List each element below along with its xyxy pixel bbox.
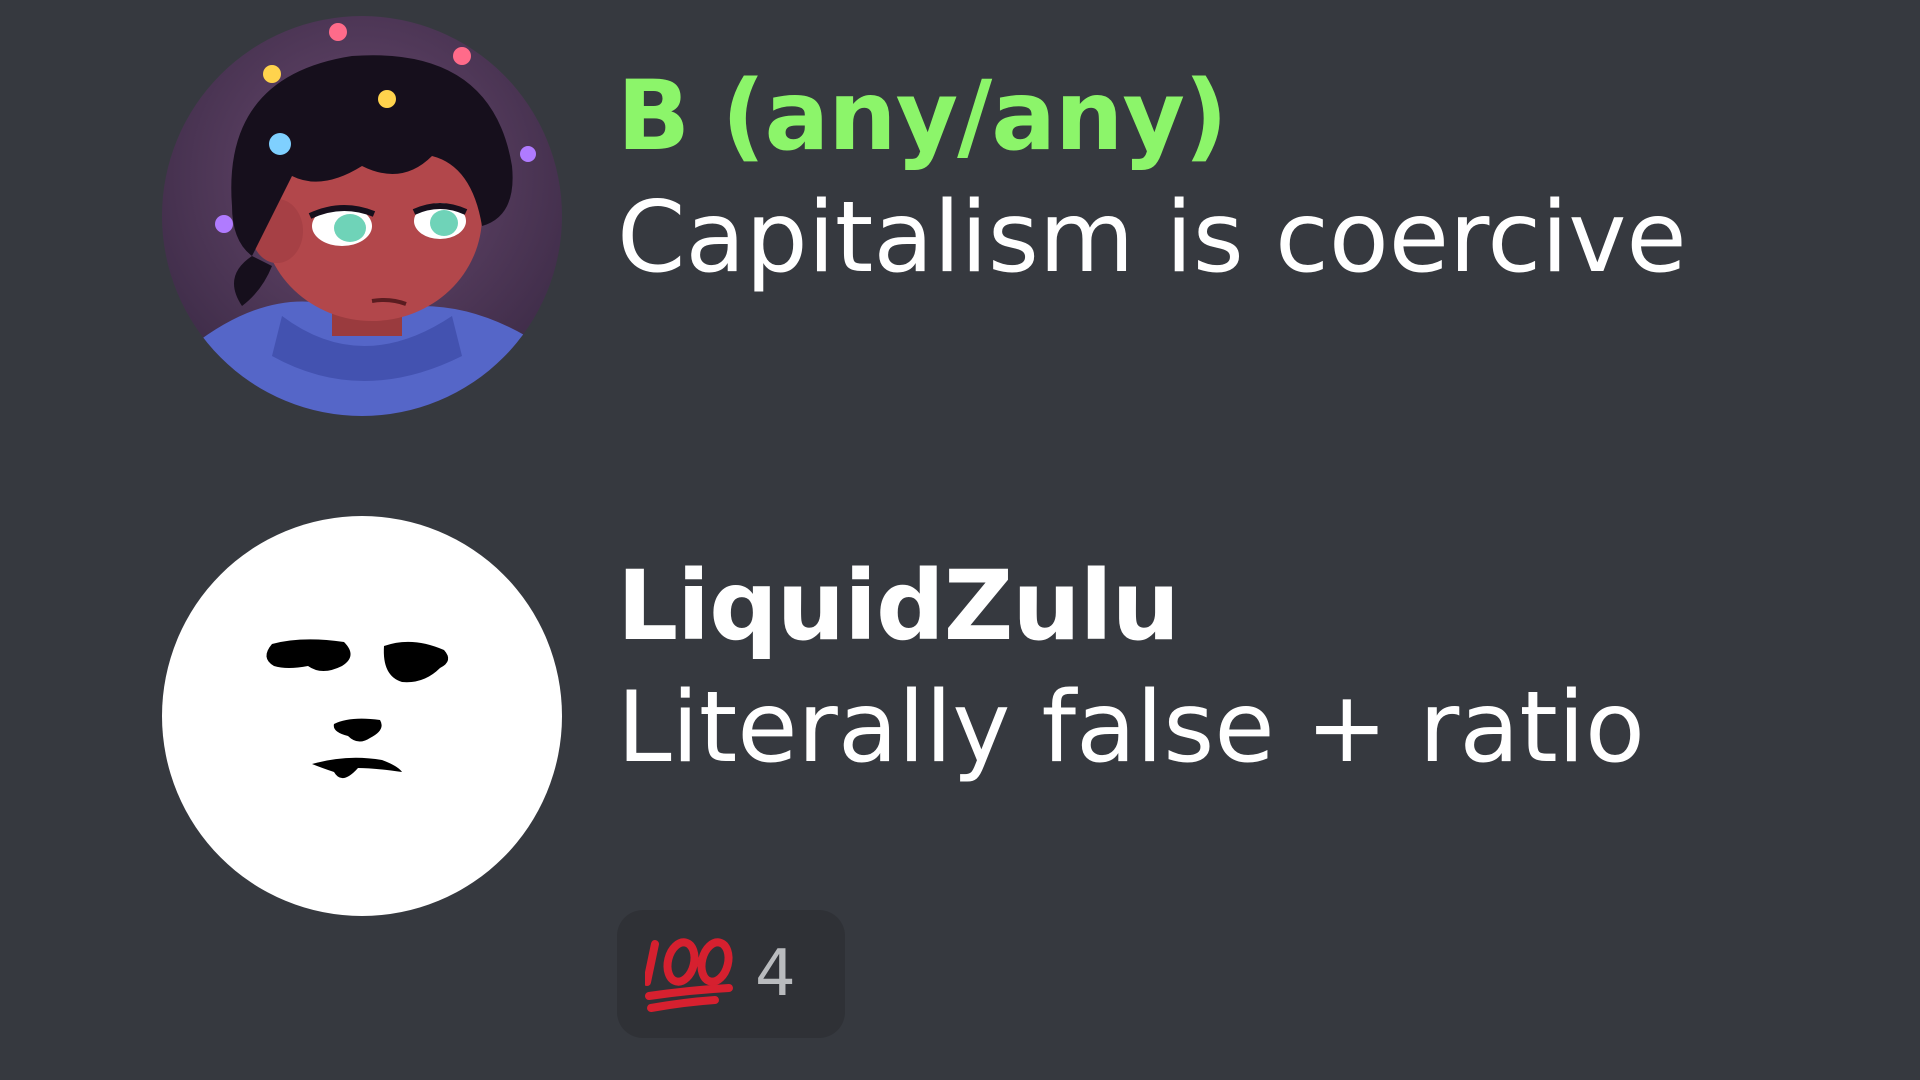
- ink-face-avatar-icon: [162, 516, 562, 916]
- message-username[interactable]: LiquidZulu: [617, 546, 1817, 666]
- message-text: Literally false + ratio: [617, 671, 1645, 785]
- user-avatar[interactable]: [162, 516, 562, 916]
- message-text: Capitalism is coercive: [617, 181, 1687, 295]
- reaction-count: 4: [755, 937, 796, 1011]
- message-username[interactable]: B (any/any): [617, 56, 1817, 176]
- message-content: LiquidZulu Literally false + ratio: [617, 516, 1817, 790]
- chat-messages: B (any/any) Capitalism is coercive Liqui…: [0, 0, 1920, 1080]
- message-content: B (any/any) Capitalism is coercive: [617, 16, 1817, 300]
- hundred-points-emoji-icon: [645, 938, 733, 1012]
- reaction-button[interactable]: 4: [617, 910, 845, 1038]
- user-avatar[interactable]: [162, 16, 562, 416]
- cartoon-person-with-flowers-avatar-icon: [162, 16, 562, 416]
